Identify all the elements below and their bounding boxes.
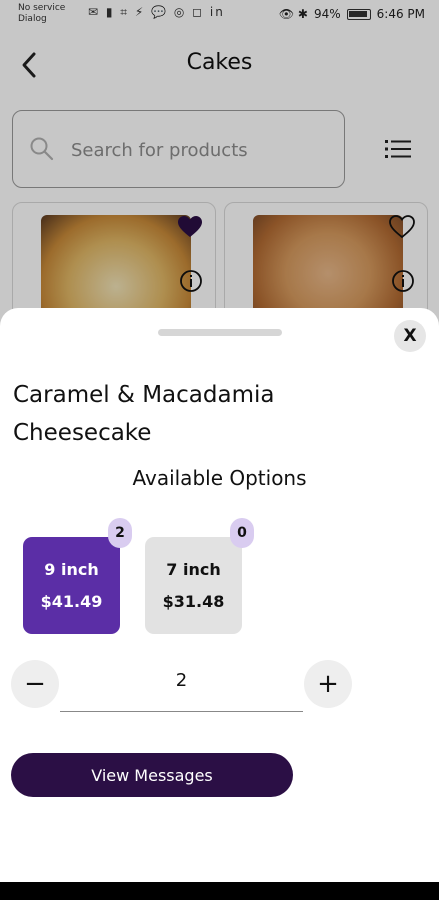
option-7-inch[interactable]: 7 inch $31.48 [145,537,242,634]
quantity-value[interactable]: 2 [60,670,303,691]
drag-handle[interactable] [158,329,282,336]
quantity-underline [60,711,303,712]
close-button[interactable]: X [394,320,426,352]
cakes-screen: No service Dialog ✉ ▮ ⌗ ⚡ 💬 ◎ ◻ in 👁 ✱ 9… [0,0,439,900]
option-size: 9 inch [44,560,99,579]
option-price: $41.49 [40,592,103,611]
decrease-quantity-button[interactable]: − [11,660,59,708]
option-9-inch[interactable]: 9 inch $41.49 [23,537,120,634]
system-nav-bar [0,882,439,900]
option-count-badge: 2 [108,518,132,548]
options-heading: Available Options [132,466,307,490]
product-title: Caramel & Macadamia Cheesecake [13,382,275,446]
option-size: 7 inch [166,560,221,579]
view-messages-button[interactable]: View Messages [11,753,293,797]
option-count-badge: 0 [230,518,254,548]
option-price: $31.48 [162,592,225,611]
increase-quantity-button[interactable]: + [304,660,352,708]
product-options-sheet: X Caramel & Macadamia Cheesecake Availab… [0,308,439,882]
